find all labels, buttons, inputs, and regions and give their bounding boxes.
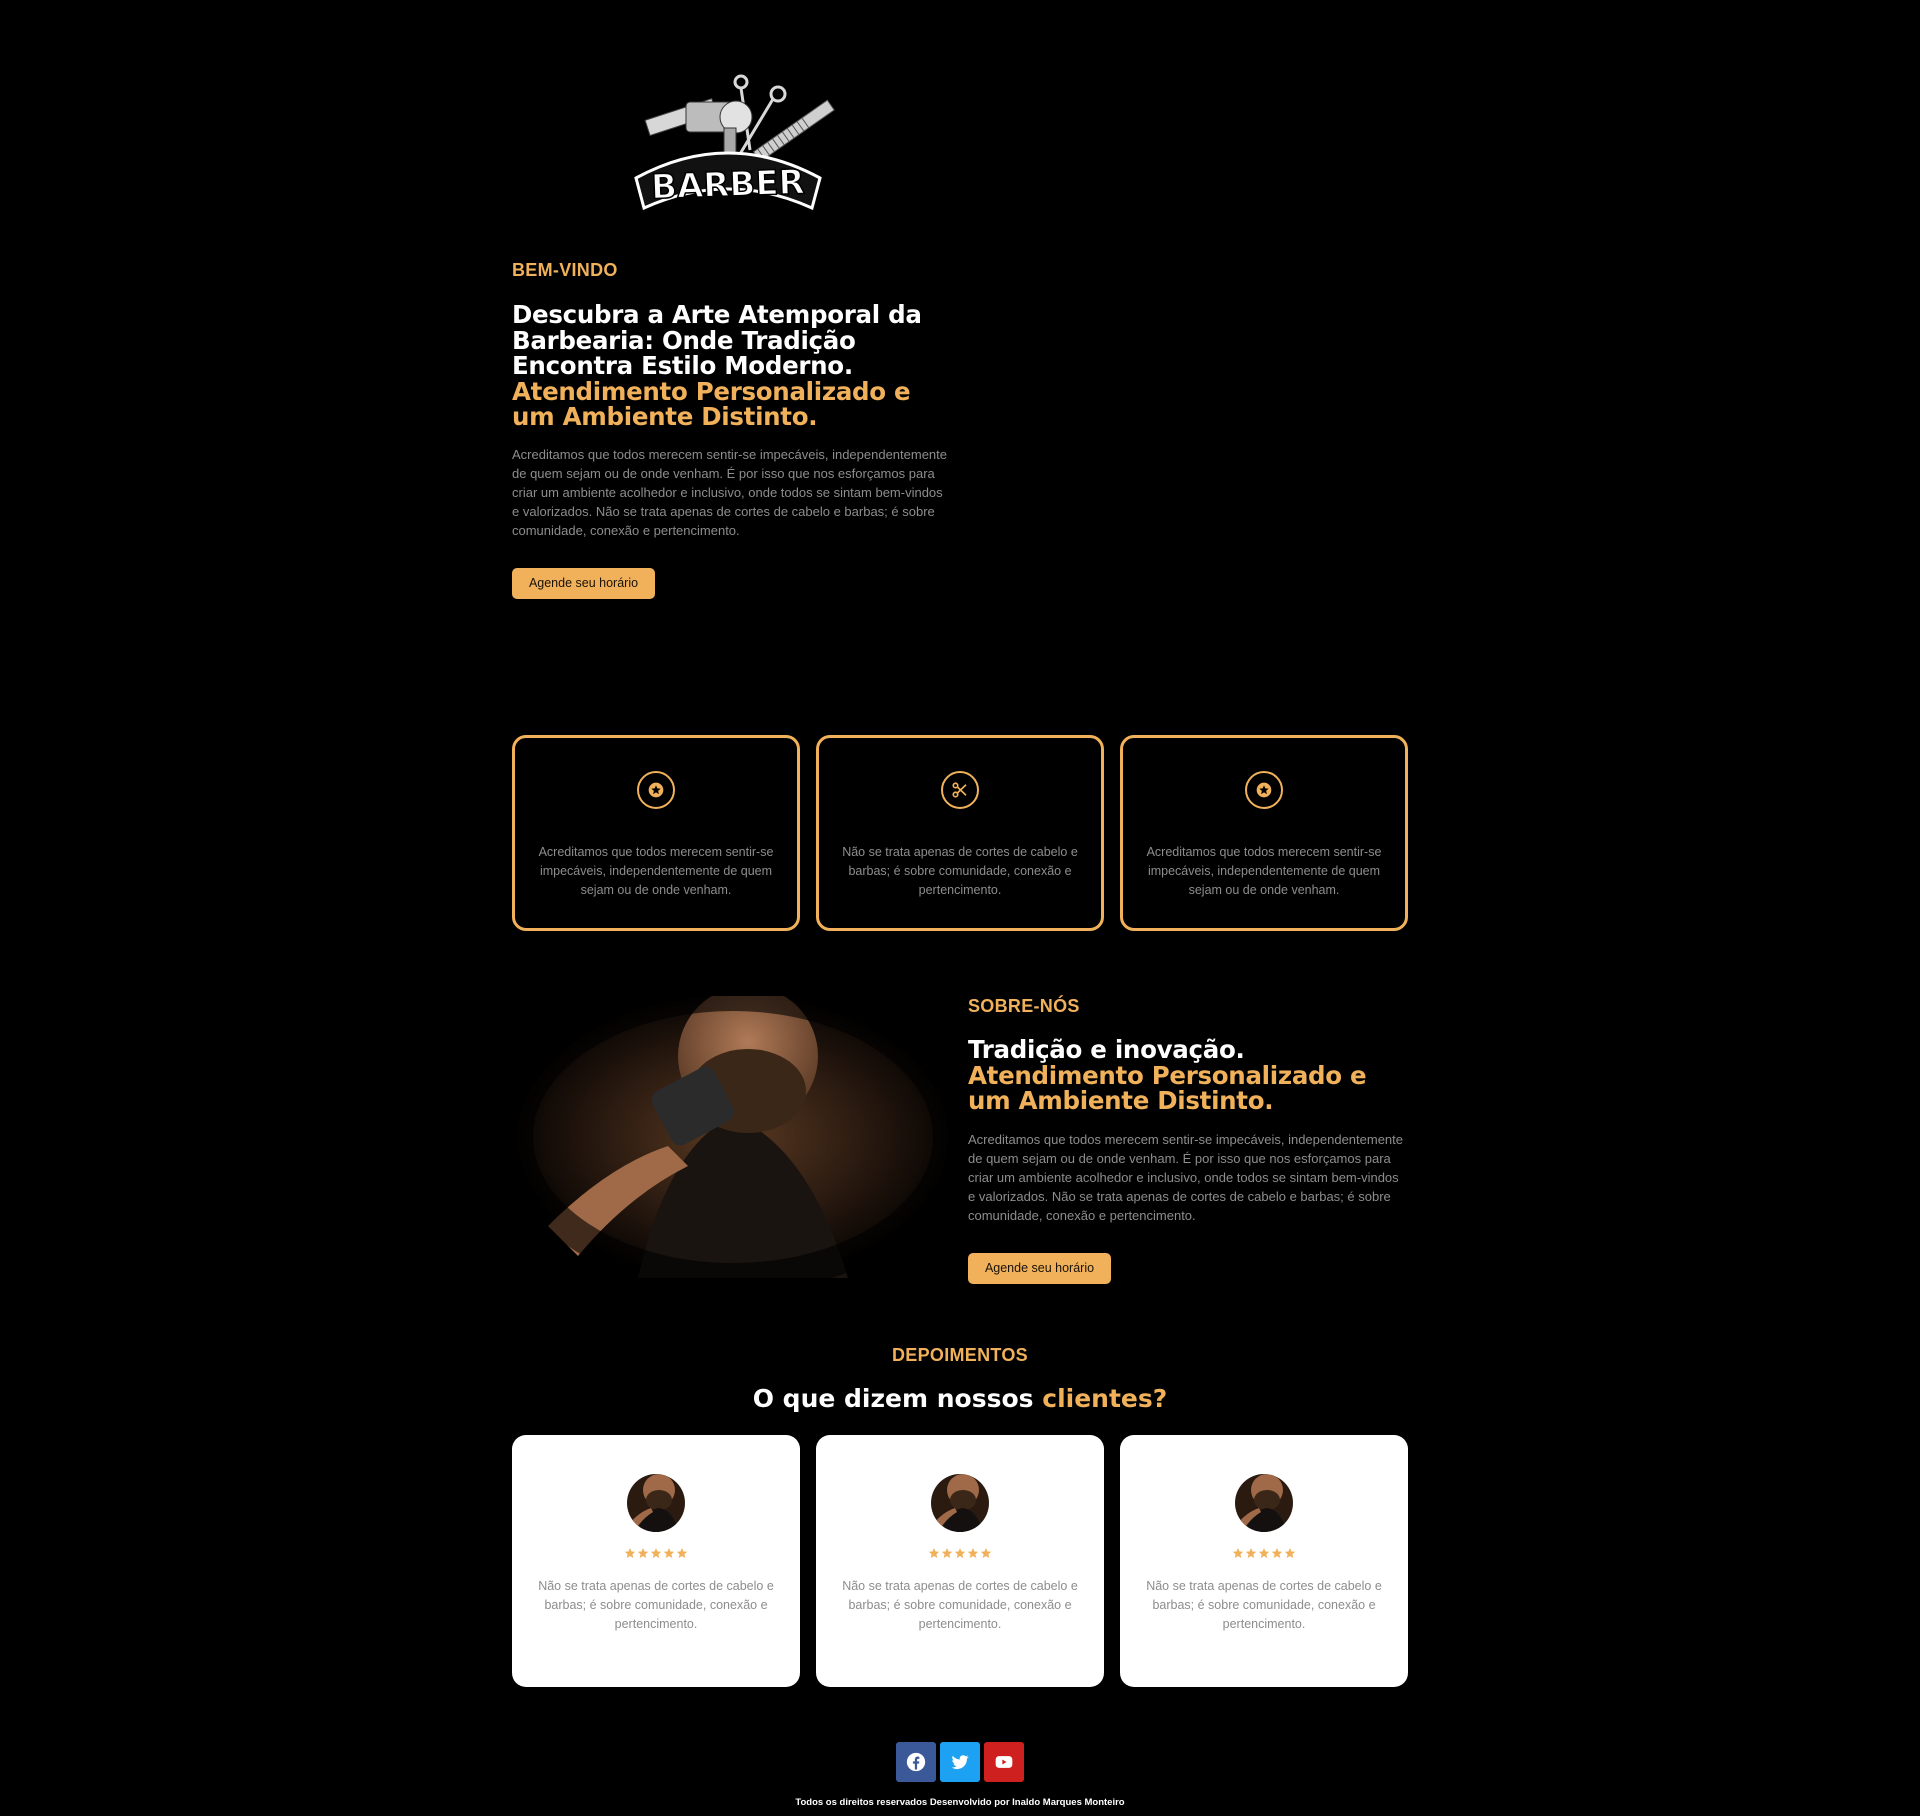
rating-stars	[816, 1546, 1104, 1564]
star-icon	[676, 1546, 688, 1564]
testimonial-text: Não se trata apenas de cortes de cabelo …	[842, 1579, 1078, 1631]
hero-title: Descubra a Arte Atemporal da Barbearia: …	[512, 302, 962, 430]
features-row: Acreditamos que todos merecem sentir-se …	[512, 735, 1408, 931]
testimonial-card: Não se trata apenas de cortes de cabelo …	[512, 1435, 800, 1687]
hero-title-accent-line: Atendimento Personalizado e	[512, 376, 911, 406]
footer-credits: Todos os direitos reservados Desenvolvid…	[795, 1797, 1125, 1808]
testimonials-row: Não se trata apenas de cortes de cabelo …	[512, 1435, 1408, 1687]
twitter-icon[interactable]	[940, 1742, 980, 1782]
feature-text: Não se trata apenas de cortes de cabelo …	[842, 845, 1078, 897]
about-title-accent-line: Atendimento Personalizado e	[968, 1060, 1367, 1090]
hero-title-accent-line: um Ambiente Distinto.	[512, 402, 818, 431]
schedule-button[interactable]: Agende seu horário	[968, 1253, 1111, 1284]
hero-title-line: Encontra Estilo Moderno.	[512, 351, 853, 380]
avatar	[627, 1474, 685, 1532]
star-icon	[1232, 1546, 1244, 1564]
facebook-icon[interactable]	[896, 1742, 936, 1782]
testimonials-eyebrow: DEPOIMENTOS	[892, 1345, 1028, 1365]
testimonials-title-accent: clientes?	[1042, 1384, 1168, 1413]
feature-card: Acreditamos que todos merecem sentir-se …	[1120, 735, 1408, 931]
about-title-line: Tradição e inovação.	[968, 1035, 1245, 1064]
star-icon	[650, 1546, 662, 1564]
star-icon	[980, 1546, 992, 1564]
feature-text: Acreditamos que todos merecem sentir-se …	[538, 845, 774, 897]
about-title: Tradição e inovação. Atendimento Persona…	[968, 1037, 1418, 1114]
star-icon	[954, 1546, 966, 1564]
about-paragraph: Acreditamos que todos merecem sentir-se …	[968, 1132, 1404, 1223]
feature-card: Não se trata apenas de cortes de cabelo …	[816, 735, 1104, 931]
star-icon	[1284, 1546, 1296, 1564]
testimonials-title-text: O que dizem nossos	[752, 1384, 1034, 1413]
testimonial-text: Não se trata apenas de cortes de cabelo …	[538, 1579, 774, 1631]
star-icon	[1271, 1546, 1283, 1564]
hero-title-line: Descubra a Arte Atemporal da	[512, 300, 922, 329]
about-title-accent-line: um Ambiente Distinto.	[968, 1086, 1274, 1115]
star-icon	[1245, 771, 1283, 809]
youtube-icon[interactable]	[984, 1742, 1024, 1782]
barber-logo[interactable]: BARBER	[628, 58, 844, 211]
star-icon	[1258, 1546, 1270, 1564]
hero-eyebrow: BEM-VINDO	[512, 260, 618, 280]
testimonial-card: Não se trata apenas de cortes de cabelo …	[1120, 1435, 1408, 1687]
testimonials-title: O que dizem nossos clientes?	[0, 1384, 1920, 1413]
rating-stars	[512, 1546, 800, 1564]
star-icon	[637, 771, 675, 809]
rating-stars	[1120, 1546, 1408, 1564]
feature-text: Acreditamos que todos merecem sentir-se …	[1146, 845, 1382, 897]
avatar	[931, 1474, 989, 1532]
avatar	[1235, 1474, 1293, 1532]
testimonial-text: Não se trata apenas de cortes de cabelo …	[1146, 1579, 1382, 1631]
about-eyebrow: SOBRE-NÓS	[968, 996, 1080, 1016]
star-icon	[928, 1546, 940, 1564]
star-icon	[967, 1546, 979, 1564]
hero-paragraph: Acreditamos que todos merecem sentir-se …	[512, 447, 948, 538]
scissors-icon	[941, 771, 979, 809]
hero-title-line: Barbearia: Onde Tradição	[512, 325, 856, 355]
barber-photo	[503, 981, 963, 1293]
star-icon	[637, 1546, 649, 1564]
star-icon	[1245, 1546, 1257, 1564]
logo-text: BARBER	[650, 162, 805, 207]
testimonial-card: Não se trata apenas de cortes de cabelo …	[816, 1435, 1104, 1687]
star-icon	[663, 1546, 675, 1564]
schedule-button[interactable]: Agende seu horário	[512, 568, 655, 599]
star-icon	[941, 1546, 953, 1564]
star-icon	[624, 1546, 636, 1564]
feature-card: Acreditamos que todos merecem sentir-se …	[512, 735, 800, 931]
social-links	[896, 1742, 1024, 1782]
